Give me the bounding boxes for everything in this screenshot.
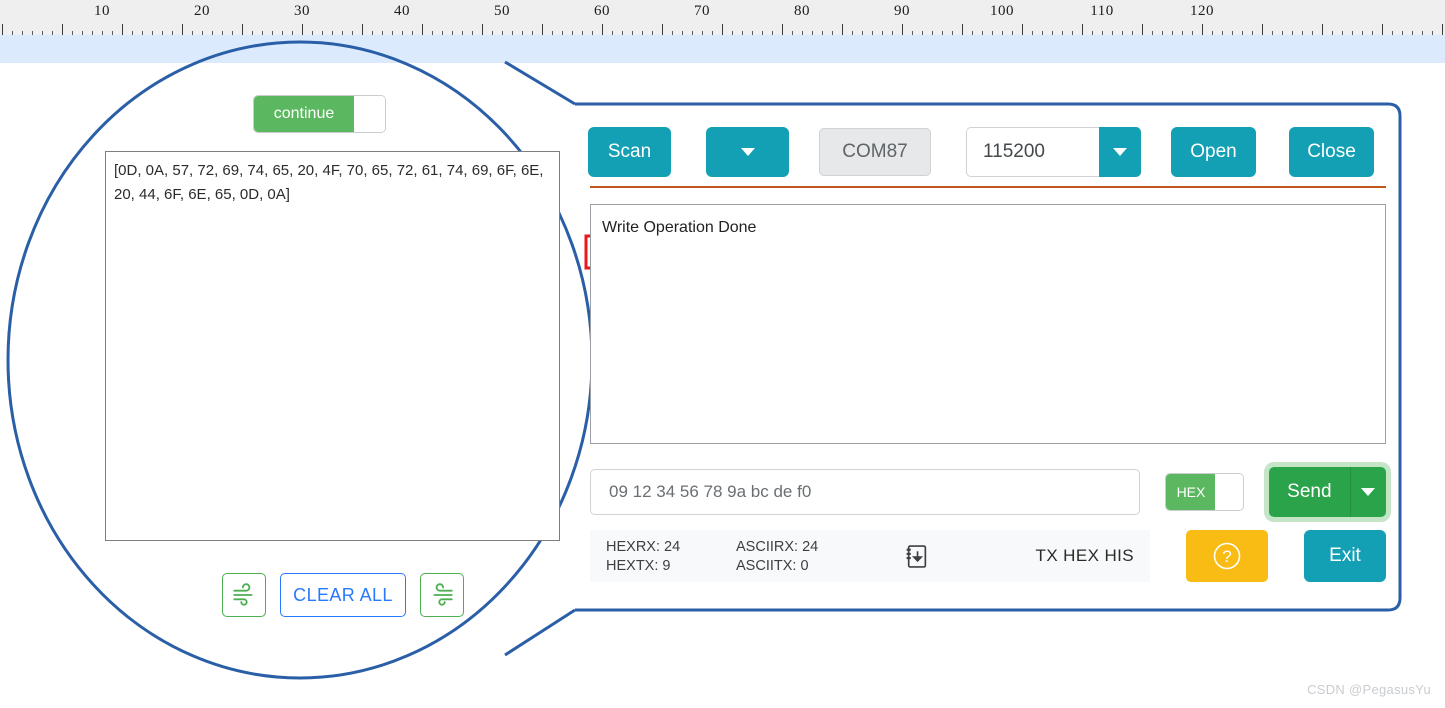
- ruler-tick: [1142, 24, 1143, 35]
- ruler-label: 60: [594, 3, 610, 19]
- baudrate-group: 115200: [966, 127, 1141, 177]
- send-button[interactable]: Send: [1269, 467, 1350, 517]
- watermark: CSDN @PegasusYu: [1307, 682, 1431, 697]
- ruler-tick: [662, 24, 663, 35]
- ruler-tick: [422, 24, 423, 35]
- hextx-label: HEXTX:: [606, 557, 659, 574]
- ruler-label: 90: [894, 3, 910, 19]
- hextx-row: HEXTX: 9: [606, 558, 736, 574]
- port-field[interactable]: COM87: [819, 128, 931, 176]
- hex-dump-textarea[interactable]: [0D, 0A, 57, 72, 69, 74, 65, 20, 4F, 70,…: [105, 151, 560, 541]
- wind-left-icon: [233, 583, 253, 606]
- help-button[interactable]: ?: [1186, 530, 1268, 582]
- wind-left-button[interactable]: [222, 573, 266, 617]
- hex-mode-toggle[interactable]: HEX: [1165, 473, 1245, 511]
- hexrx-label: HEXRX:: [606, 538, 660, 555]
- ruler-tick: [542, 24, 543, 35]
- send-input[interactable]: 09 12 34 56 78 9a bc de f0: [590, 469, 1141, 515]
- hex-toggle-track: [1215, 474, 1244, 510]
- toolbar-divider: [590, 186, 1386, 188]
- ruler-tick: [722, 24, 723, 35]
- asciirx-row: ASCIIRX: 24: [736, 539, 886, 555]
- hex-toggle-on-label: HEX: [1166, 474, 1216, 510]
- ruler-tick: [842, 24, 843, 35]
- send-dropdown-button[interactable]: [1349, 467, 1386, 517]
- baudrate-dropdown-button[interactable]: [1099, 127, 1141, 177]
- hex-viewer-panel: continue [0D, 0A, 57, 72, 69, 74, 65, 20…: [100, 88, 570, 628]
- baudrate-input[interactable]: 115200: [966, 127, 1099, 177]
- scan-button[interactable]: Scan: [588, 127, 671, 177]
- wind-right-button[interactable]: [420, 573, 464, 617]
- terminal-line: Write Operation Done: [602, 219, 757, 236]
- hexrx-row: HEXRX: 24: [606, 539, 736, 555]
- ruler-label: 100: [990, 3, 1014, 19]
- ruler-tick: [182, 24, 183, 35]
- ruler-tick: [362, 24, 363, 35]
- asciitx-value: 0: [800, 557, 809, 574]
- send-row: 09 12 34 56 78 9a bc de f0 HEX Send: [590, 467, 1386, 517]
- continue-toggle[interactable]: continue: [253, 95, 386, 133]
- ruler-label: 120: [1190, 3, 1214, 19]
- ruler-label: 50: [494, 3, 510, 19]
- ruler-tick: [1322, 24, 1323, 35]
- tx-hex-history-label[interactable]: TX HEX HIS: [946, 546, 1150, 566]
- send-button-group: Send: [1269, 467, 1386, 517]
- horizontal-ruler: 10 20 30 40 50 60 70 80 90 100 110 120: [0, 0, 1445, 35]
- left-panel-button-row: CLEAR ALL: [222, 573, 464, 617]
- svg-text:?: ?: [1222, 547, 1231, 566]
- terminal-output[interactable]: Write Operation Done: [590, 204, 1386, 444]
- asciirx-value: 24: [802, 538, 819, 555]
- ruler-tick: [962, 24, 963, 35]
- ruler-tick: [782, 24, 783, 35]
- ruler-tick: [482, 24, 483, 35]
- ruler-tick: [122, 24, 123, 35]
- ruler-tick: [62, 24, 63, 35]
- continue-toggle-on-label: continue: [254, 96, 354, 132]
- ruler-tick: [1262, 24, 1263, 35]
- ruler-label: 40: [394, 3, 410, 19]
- save-to-file-icon: [906, 544, 926, 568]
- hextx-value: 9: [662, 557, 671, 574]
- ruler-label: 70: [694, 3, 710, 19]
- ruler-label: 110: [1090, 3, 1114, 19]
- ruler-label: 20: [194, 3, 210, 19]
- wind-right-icon: [433, 583, 453, 606]
- ruler-label: 10: [94, 3, 110, 19]
- toolbar: Scan COM87 115200 Open Close: [588, 118, 1388, 186]
- ruler-tick: [1382, 24, 1383, 35]
- ruler-tick: [1202, 24, 1203, 35]
- chevron-down-icon: [740, 148, 755, 156]
- ruler-tick: [1022, 24, 1023, 35]
- port-dropdown-button[interactable]: [706, 127, 789, 177]
- exit-button[interactable]: Exit: [1304, 530, 1386, 582]
- continue-toggle-track: [354, 96, 385, 132]
- ascii-counters: ASCIIRX: 24 ASCIITX: 0: [736, 539, 886, 574]
- close-port-button[interactable]: Close: [1289, 127, 1374, 177]
- serial-assistant-window: Scan COM87 115200 Open Close Write Opera…: [588, 118, 1388, 583]
- ruler-tick: [2, 24, 3, 35]
- ruler-selection-band: [0, 35, 1445, 63]
- asciitx-label: ASCIITX:: [736, 557, 797, 574]
- status-bar: HEXRX: 24 HEXTX: 9 ASCIIRX: 24 ASCIITX: …: [590, 530, 1150, 582]
- ruler-label: 80: [794, 3, 810, 19]
- chevron-down-icon: [1361, 488, 1376, 496]
- hexrx-value: 24: [664, 538, 681, 555]
- ruler-tick: [242, 24, 243, 35]
- clear-all-button[interactable]: CLEAR ALL: [280, 573, 406, 617]
- question-circle-icon: ?: [1213, 542, 1241, 570]
- ruler-tick: [302, 24, 303, 35]
- ruler-tick: [902, 24, 903, 35]
- chevron-down-icon: [1113, 148, 1127, 156]
- hex-counters: HEXRX: 24 HEXTX: 9: [606, 539, 736, 574]
- ruler-tick: [1082, 24, 1083, 35]
- asciirx-label: ASCIIRX:: [736, 538, 799, 555]
- ruler-tick: [602, 24, 603, 35]
- export-log-button[interactable]: [886, 544, 946, 569]
- asciitx-row: ASCIITX: 0: [736, 558, 886, 574]
- ruler-tick: [1442, 24, 1443, 35]
- ruler-label: 30: [294, 3, 310, 19]
- open-port-button[interactable]: Open: [1171, 127, 1256, 177]
